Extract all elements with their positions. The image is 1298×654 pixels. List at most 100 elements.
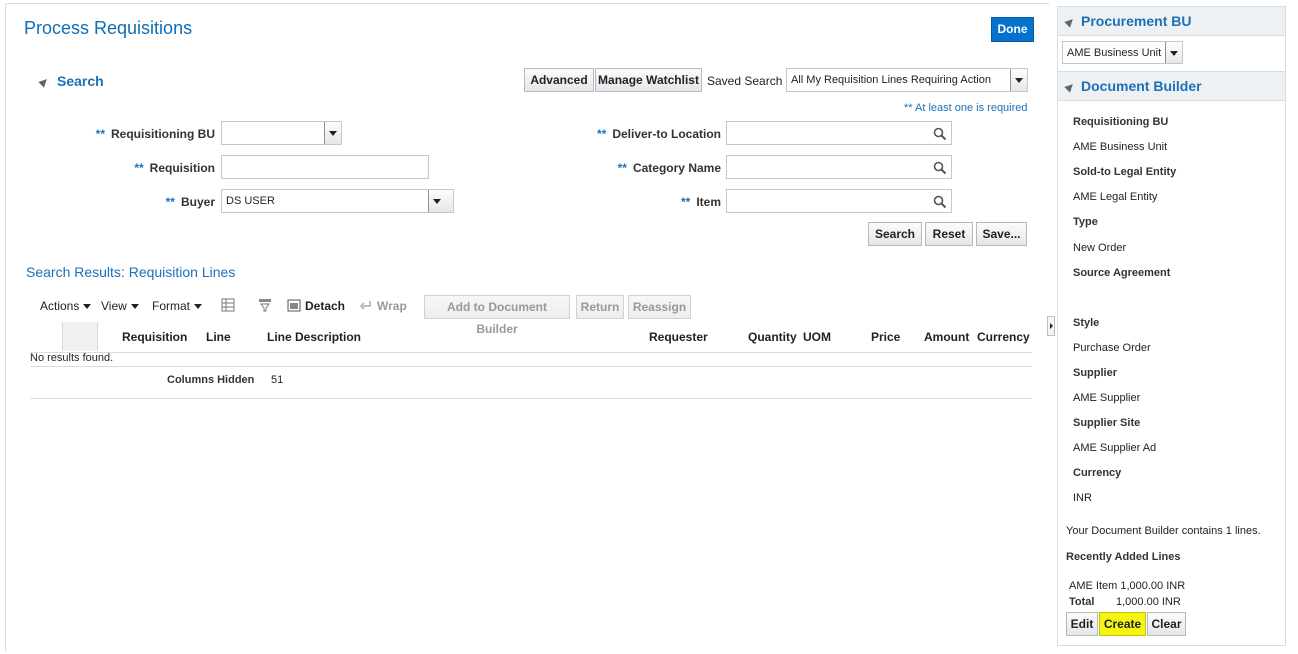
- actions-menu[interactable]: Actions: [40, 299, 92, 313]
- reset-button[interactable]: Reset: [925, 222, 973, 246]
- wrap-button[interactable]: Wrap: [377, 299, 407, 313]
- item-label-text: Item: [696, 195, 721, 209]
- divider: [30, 366, 1032, 367]
- required-marker: **: [134, 161, 144, 175]
- db-value-sold-to-legal-entity: AME Legal Entity: [1073, 191, 1158, 203]
- db-label-type: Type: [1073, 216, 1098, 228]
- category-name-label: ** Category Name: [618, 161, 721, 175]
- db-value-supplier-site: AME Supplier Ad: [1073, 442, 1157, 454]
- saved-search-label: Saved Search: [707, 74, 783, 88]
- advanced-button[interactable]: Advanced: [524, 68, 594, 92]
- collapse-triangle-icon: [1064, 81, 1076, 93]
- chevron-down-icon[interactable]: [1010, 69, 1027, 91]
- db-value-supplier: AME Supplier: [1073, 392, 1141, 404]
- document-builder-header[interactable]: Document Builder: [1058, 71, 1285, 101]
- deliver-to-location-label: ** Deliver-to Location: [597, 127, 721, 141]
- panel-collapse-handle[interactable]: [1047, 316, 1055, 336]
- divider: [30, 398, 1032, 399]
- clear-button[interactable]: Clear: [1147, 612, 1186, 636]
- wrap-icon: [360, 301, 371, 310]
- requisitioning-bu-select[interactable]: [221, 121, 342, 145]
- column-header-price[interactable]: Price: [871, 330, 900, 344]
- view-menu[interactable]: View: [101, 299, 139, 313]
- required-marker: **: [680, 195, 691, 209]
- procurement-bu-header[interactable]: Procurement BU: [1058, 7, 1285, 36]
- chevron-down-icon: [83, 304, 92, 310]
- collapse-triangle-icon: [38, 76, 50, 88]
- search-results-title: Search Results: Requisition Lines: [26, 264, 236, 280]
- requisition-label: ** Requisition: [134, 161, 215, 175]
- deliver-to-location-input[interactable]: [726, 121, 952, 145]
- return-button[interactable]: Return: [576, 295, 624, 319]
- format-menu[interactable]: Format: [152, 299, 203, 313]
- add-to-document-builder-button[interactable]: Add to Document Builder: [424, 295, 570, 336]
- row-selector-header: [62, 322, 98, 351]
- collapse-triangle-icon: [1064, 16, 1076, 28]
- db-label-supplier-site: Supplier Site: [1073, 417, 1141, 429]
- required-hint: ** At least one is required: [904, 102, 1028, 114]
- category-name-input[interactable]: [726, 155, 952, 179]
- freeze-columns-icon[interactable]: [221, 298, 235, 312]
- column-header-amount[interactable]: Amount: [924, 330, 969, 344]
- recent-line-item: AME Item 1,000.00 INR: [1069, 580, 1186, 592]
- saved-search-select[interactable]: All My Requisition Lines Requiring Actio…: [786, 68, 1028, 92]
- required-marker: **: [165, 195, 175, 209]
- column-header-currency[interactable]: Currency: [977, 330, 1030, 344]
- search-icon[interactable]: [933, 127, 947, 141]
- db-value-currency: INR: [1073, 492, 1092, 504]
- column-header-quantity[interactable]: Quantity: [748, 330, 797, 344]
- page-title: Process Requisitions: [24, 18, 193, 38]
- document-builder-summary: Your Document Builder contains 1 lines.: [1066, 525, 1261, 537]
- column-header-line-description[interactable]: Line Description: [267, 330, 361, 344]
- done-button[interactable]: Done: [991, 17, 1034, 42]
- search-icon[interactable]: [933, 195, 947, 209]
- required-marker: **: [617, 161, 627, 175]
- category-name-label-text: Category Name: [632, 161, 721, 175]
- manage-watchlist-button[interactable]: Manage Watchlist: [595, 68, 702, 92]
- recently-added-heading: Recently Added Lines: [1066, 551, 1181, 563]
- chevron-down-icon: [194, 304, 203, 310]
- db-label-source-agreement: Source Agreement: [1073, 267, 1171, 279]
- search-button[interactable]: Search: [868, 222, 922, 246]
- chevron-down-icon[interactable]: [428, 190, 453, 212]
- column-header-requisition[interactable]: Requisition: [122, 330, 187, 344]
- column-header-uom[interactable]: UOM: [803, 330, 831, 344]
- detach-button[interactable]: Detach: [305, 299, 345, 313]
- save-search-button[interactable]: Save...: [976, 222, 1027, 246]
- db-value-style: Purchase Order: [1073, 342, 1151, 354]
- buyer-value: DS USER: [226, 195, 275, 207]
- procurement-bu-select[interactable]: AME Business Unit: [1062, 41, 1183, 64]
- search-section-toggle[interactable]: Search: [38, 73, 104, 89]
- query-by-example-icon[interactable]: [258, 298, 272, 312]
- db-label-sold-to-legal-entity: Sold-to Legal Entity: [1073, 166, 1177, 178]
- document-builder-heading: Document Builder: [1081, 78, 1202, 94]
- procurement-bu-heading: Procurement BU: [1081, 13, 1192, 29]
- no-results-message: No results found.: [30, 352, 114, 364]
- buyer-label: ** Buyer: [166, 195, 215, 209]
- column-header-line[interactable]: Line: [206, 330, 231, 344]
- db-value-requisitioning-bu: AME Business Unit: [1073, 141, 1168, 153]
- requisition-label-text: Requisition: [149, 161, 215, 175]
- view-menu-label: View: [101, 299, 127, 313]
- requisition-input[interactable]: [221, 155, 429, 179]
- chevron-down-icon: [130, 304, 139, 310]
- format-menu-label: Format: [152, 299, 191, 313]
- chevron-down-icon[interactable]: [1165, 42, 1182, 63]
- db-label-style: Style: [1073, 317, 1100, 329]
- edit-button[interactable]: Edit: [1066, 612, 1098, 636]
- required-marker: **: [596, 127, 607, 141]
- create-button[interactable]: Create: [1099, 612, 1146, 636]
- column-header-requester[interactable]: Requester: [649, 330, 708, 344]
- procurement-bu-value: AME Business Unit: [1067, 47, 1162, 59]
- buyer-select[interactable]: DS USER: [221, 189, 454, 213]
- db-value-type: New Order: [1073, 242, 1127, 254]
- item-input[interactable]: [726, 189, 952, 213]
- total-value: 1,000.00 INR: [1116, 596, 1181, 608]
- search-icon[interactable]: [933, 161, 947, 175]
- reassign-button[interactable]: Reassign: [628, 295, 691, 319]
- columns-hidden-value: 51: [271, 374, 284, 386]
- columns-hidden-label: Columns Hidden: [167, 374, 255, 386]
- db-label-supplier: Supplier: [1073, 367, 1118, 379]
- chevron-down-icon[interactable]: [324, 122, 341, 144]
- db-label-currency: Currency: [1073, 467, 1122, 479]
